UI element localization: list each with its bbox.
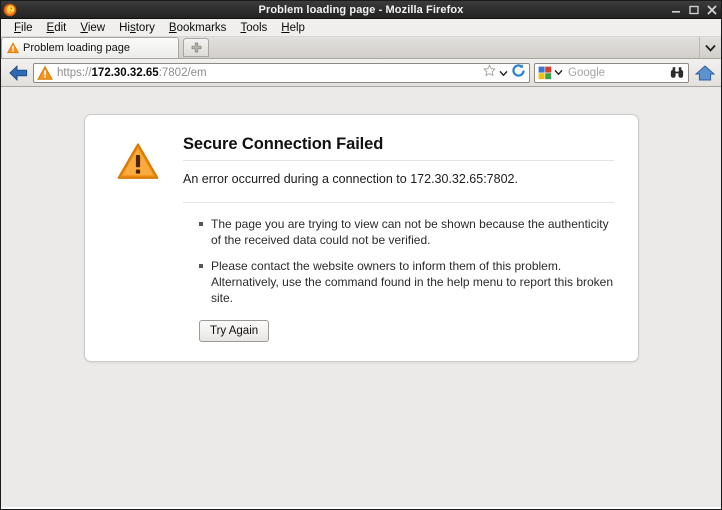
chevron-down-icon[interactable] [499, 64, 508, 82]
divider-bottom [183, 202, 614, 203]
url-bar[interactable]: https://172.30.32.65:7802/em [33, 63, 530, 83]
warning-triangle-icon [117, 141, 159, 183]
minimize-button[interactable] [671, 5, 681, 15]
menu-bookmarks[interactable]: Bookmarks [162, 20, 234, 36]
warning-triangle-icon [7, 42, 19, 54]
list-item: Please contact the website owners to inf… [199, 258, 614, 306]
tab-bar: Problem loading page [1, 37, 721, 59]
plus-icon [191, 42, 202, 53]
home-button[interactable] [693, 61, 717, 85]
menu-tools[interactable]: Tools [233, 20, 274, 36]
search-engine-selector[interactable] [535, 66, 565, 80]
menu-view[interactable]: View [73, 20, 112, 36]
reload-icon[interactable] [511, 63, 526, 83]
url-host: 172.30.32.65 [92, 67, 159, 79]
error-panel: Secure Connection Failed An error occurr… [84, 114, 639, 362]
url-bar-icons [483, 63, 529, 83]
google-icon [538, 66, 552, 80]
error-description: An error occurred during a connection to… [183, 170, 614, 188]
page-content: Secure Connection Failed An error occurr… [1, 87, 721, 507]
menu-history[interactable]: History [112, 20, 162, 36]
window-title: Problem loading page - Mozilla Firefox [1, 4, 721, 16]
close-button[interactable] [707, 5, 717, 15]
url-scheme: https:// [57, 67, 92, 79]
tab-problem-loading-page[interactable]: Problem loading page [1, 37, 179, 58]
window-controls [671, 1, 717, 18]
list-item: The page you are trying to view can not … [199, 216, 614, 248]
binoculars-icon[interactable] [670, 66, 688, 79]
page-title: Secure Connection Failed [183, 133, 614, 155]
menu-bar: File Edit View History Bookmarks Tools H… [1, 19, 721, 37]
navigation-toolbar: https://172.30.32.65:7802/em [1, 59, 721, 87]
firefox-icon [3, 3, 17, 17]
menu-help[interactable]: Help [274, 20, 312, 36]
search-input[interactable]: Google [565, 67, 670, 79]
divider-top [183, 160, 614, 161]
search-bar[interactable]: Google [534, 63, 689, 83]
try-again-button[interactable]: Try Again [199, 320, 269, 342]
back-arrow-icon [8, 64, 29, 82]
new-tab-button[interactable] [183, 38, 209, 57]
chevron-down-icon [554, 69, 563, 76]
url-text: https://172.30.32.65:7802/em [57, 67, 483, 79]
url-path: :7802/em [159, 67, 207, 79]
firefox-window: Problem loading page - Mozilla Firefox F… [0, 0, 722, 510]
back-button[interactable] [5, 61, 31, 85]
tab-title: Problem loading page [23, 42, 130, 54]
maximize-button[interactable] [689, 5, 699, 15]
menu-edit[interactable]: Edit [40, 20, 74, 36]
warning-triangle-icon [37, 65, 53, 81]
menu-file[interactable]: File [7, 20, 40, 36]
chevron-down-icon [705, 44, 716, 52]
list-all-tabs-button[interactable] [699, 37, 721, 58]
star-icon[interactable] [483, 64, 496, 82]
title-bar: Problem loading page - Mozilla Firefox [1, 1, 721, 19]
error-bullet-list: The page you are trying to view can not … [183, 216, 614, 306]
home-icon [695, 64, 715, 82]
